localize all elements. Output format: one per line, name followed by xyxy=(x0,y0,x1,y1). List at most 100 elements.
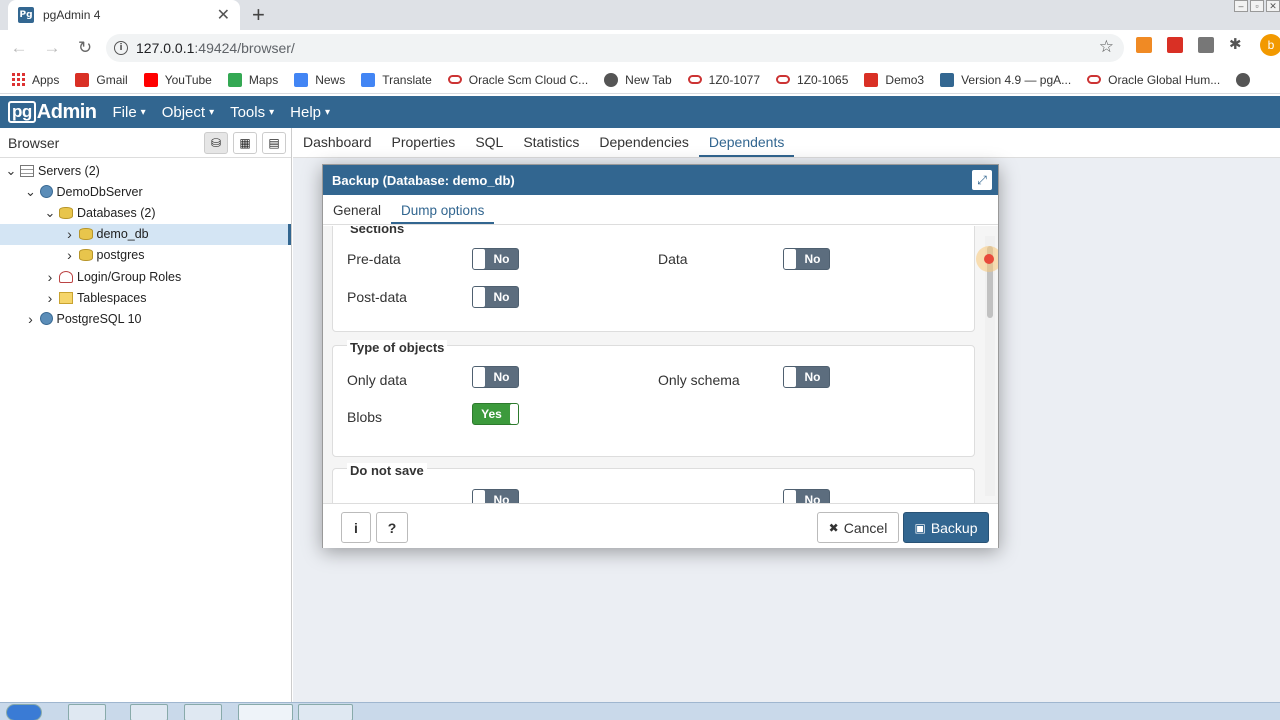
tree-node-databases-2[interactable]: ⌄ Databases (2) xyxy=(0,202,291,223)
chevron-right-icon[interactable]: › xyxy=(64,248,76,262)
bookmark-item[interactable]: Gmail xyxy=(75,72,128,87)
browser-tab[interactable]: Pg pgAdmin 4 ✕ xyxy=(8,0,240,30)
server-icon xyxy=(39,185,53,199)
bookmark-star-icon[interactable]: ☆ xyxy=(1099,37,1114,57)
maximize-icon[interactable]: ▫ xyxy=(1250,0,1264,12)
bookmark-item[interactable]: Oracle Global Hum... xyxy=(1087,73,1220,87)
tree-node-tablespaces[interactable]: › Tablespaces xyxy=(0,287,291,308)
filtered-rows-icon[interactable]: ▤ xyxy=(262,131,286,154)
chevron-right-icon[interactable]: › xyxy=(44,291,56,305)
do-not-save-toggle-1[interactable]: No xyxy=(472,489,519,503)
tab-dependencies[interactable]: Dependencies xyxy=(589,134,699,157)
taskbar-app-icon[interactable] xyxy=(298,704,353,720)
tab-general[interactable]: General xyxy=(323,203,391,224)
menu-object[interactable]: Object ▾ xyxy=(162,104,214,121)
minimize-icon[interactable]: – xyxy=(1234,0,1248,12)
bookmark-item[interactable]: 1Z0-1065 xyxy=(776,73,848,87)
chevron-down-icon[interactable]: ⌄ xyxy=(44,206,56,219)
menu-help[interactable]: Help ▾ xyxy=(290,104,330,121)
oracle-icon xyxy=(687,75,702,84)
tab-properties[interactable]: Properties xyxy=(382,134,466,157)
taskbar-ie-icon[interactable] xyxy=(68,704,106,720)
blobs-toggle[interactable]: Yes xyxy=(472,403,519,425)
backup-dialog: Backup (Database: demo_db) ⤢ General Dum… xyxy=(322,164,999,548)
pdf-extension-icon[interactable] xyxy=(1167,37,1183,53)
tree-node-label: demo_db xyxy=(96,227,149,242)
menu-tools[interactable]: Tools ▾ xyxy=(230,104,274,121)
tree-node-postgres[interactable]: › postgres xyxy=(0,245,291,266)
dialog-scrollbar[interactable] xyxy=(985,236,995,496)
tree-node-demodbserver[interactable]: ⌄ DemoDbServer xyxy=(0,181,291,202)
new-tab-icon[interactable]: + xyxy=(252,2,265,28)
bookmark-item[interactable]: News xyxy=(294,72,345,87)
address-bar: ← → ↻ i 127.0.0.1:49424/browser/ ☆ ✱ b xyxy=(0,30,1280,66)
tree-node-servers-2[interactable]: ⌄ Servers (2) xyxy=(0,160,291,181)
do-not-save-fieldset: Do not save No No xyxy=(332,463,975,503)
bookmark-label: YouTube xyxy=(164,72,212,87)
bookmark-item[interactable]: Demo3 xyxy=(864,72,925,87)
maximize-dialog-icon[interactable]: ⤢ xyxy=(972,170,992,190)
tree-node-login-group-roles[interactable]: › Login/Group Roles xyxy=(0,266,291,287)
bookmark-label: New Tab xyxy=(625,72,672,87)
back-icon[interactable]: ← xyxy=(5,34,33,62)
query-tool-icon[interactable]: ⛁ xyxy=(204,131,228,154)
taskbar-app-icon[interactable] xyxy=(184,704,222,720)
site-info-icon[interactable]: i xyxy=(114,41,128,55)
reload-icon[interactable]: ↻ xyxy=(71,34,99,62)
bookmark-item[interactable]: 1Z0-1077 xyxy=(687,73,760,87)
close-tab-icon[interactable]: ✕ xyxy=(217,5,230,25)
extension-icon[interactable] xyxy=(1198,37,1214,53)
tab-statistics[interactable]: Statistics xyxy=(513,134,589,157)
profile-avatar[interactable]: b xyxy=(1260,34,1280,56)
bookmark-item[interactable]: Maps xyxy=(227,72,278,87)
bookmark-item[interactable]: Apps xyxy=(12,73,59,87)
chevron-down-icon[interactable]: ⌄ xyxy=(5,164,17,177)
chevron-down-icon: ▾ xyxy=(269,106,275,118)
tree-node-postgresql-10[interactable]: › PostgreSQL 10 xyxy=(0,308,291,329)
extension-icon[interactable] xyxy=(1136,37,1152,53)
pgadmin-header: pg Admin File ▾ Object ▾ Tools ▾ Help ▾ xyxy=(0,96,1280,128)
bookmark-item[interactable]: New Tab xyxy=(604,72,672,87)
only-schema-value: No xyxy=(804,370,821,384)
sections-fieldset: Sections Pre-data No Data No Post-data N… xyxy=(332,226,975,332)
bookmark-item[interactable]: Oracle Scm Cloud C... xyxy=(447,73,588,87)
menu-file[interactable]: File ▾ xyxy=(113,104,146,121)
bookmark-label: Oracle Global Hum... xyxy=(1108,72,1221,87)
chevron-down-icon[interactable]: ⌄ xyxy=(25,185,37,198)
tree-node-label: PostgreSQL 10 xyxy=(56,311,142,326)
tab-dependents[interactable]: Dependents xyxy=(698,134,795,157)
taskbar-chrome-icon[interactable] xyxy=(238,704,293,720)
do-not-save-toggle-2[interactable]: No xyxy=(783,489,830,503)
view-data-icon[interactable]: ▦ xyxy=(233,131,257,154)
tab-sql[interactable]: SQL xyxy=(465,134,513,157)
post-data-toggle[interactable]: No xyxy=(472,286,519,308)
help-button[interactable]: ? xyxy=(376,512,408,543)
cancel-button[interactable]: ✖ Cancel xyxy=(817,512,899,543)
news-icon xyxy=(294,72,309,87)
chevron-right-icon[interactable]: › xyxy=(44,270,56,284)
bookmark-item[interactable]: Version 4.9 — pgA... xyxy=(940,72,1071,87)
forward-icon[interactable]: → xyxy=(38,34,66,62)
close-window-icon[interactable]: ✕ xyxy=(1266,0,1280,12)
tree-node-demo-db[interactable]: › demo_db xyxy=(0,223,291,245)
chevron-right-icon[interactable]: › xyxy=(64,227,76,241)
taskbar-explorer-icon[interactable] xyxy=(130,704,168,720)
url-input[interactable]: i 127.0.0.1:49424/browser/ ☆ xyxy=(106,34,1124,62)
tree-node-label: Servers (2) xyxy=(38,163,100,178)
bookmark-item[interactable]: Translate xyxy=(361,72,432,87)
chevron-right-icon[interactable]: › xyxy=(25,312,37,326)
info-button[interactable]: i xyxy=(341,512,371,543)
puzzle-extensions-icon[interactable]: ✱ xyxy=(1229,37,1245,53)
globe-icon[interactable] xyxy=(1236,72,1251,87)
tab-dashboard[interactable]: Dashboard xyxy=(293,134,382,157)
only-schema-toggle[interactable]: No xyxy=(783,366,830,388)
only-data-toggle[interactable]: No xyxy=(472,366,519,388)
data-label: Data xyxy=(658,251,688,267)
start-button[interactable] xyxy=(6,704,42,720)
data-toggle[interactable]: No xyxy=(783,248,830,270)
pre-data-toggle[interactable]: No xyxy=(472,248,519,270)
bookmark-item[interactable]: YouTube xyxy=(143,72,212,87)
bookmark-label: Demo3 xyxy=(885,72,925,87)
tab-dump-options[interactable]: Dump options xyxy=(391,203,495,224)
backup-button[interactable]: ▣ Backup xyxy=(903,512,989,543)
